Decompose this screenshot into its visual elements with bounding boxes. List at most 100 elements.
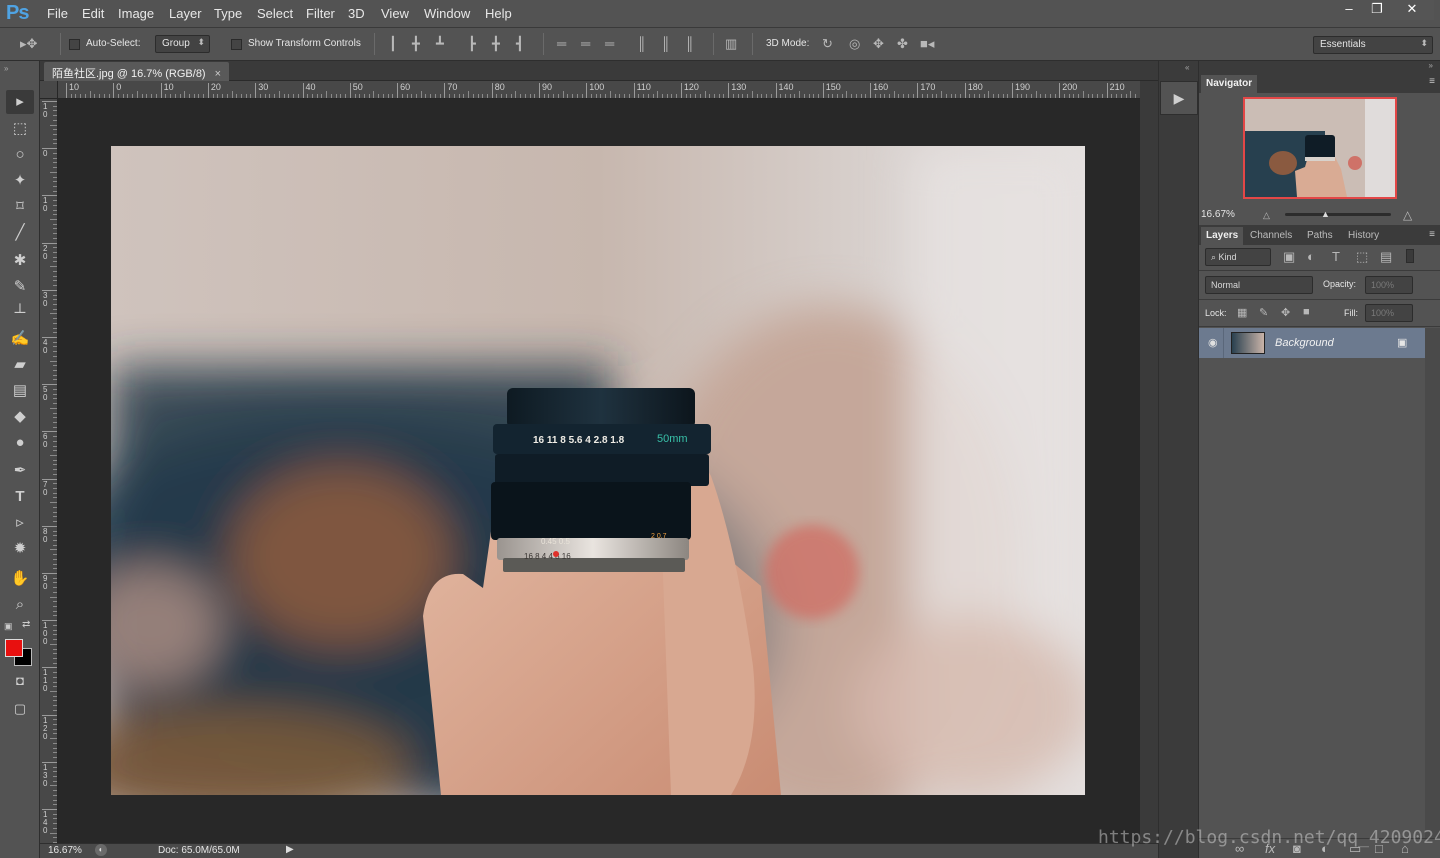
- zoom-out-icon[interactable]: △: [1263, 210, 1270, 221]
- 3d-orbit-icon[interactable]: ↻: [822, 36, 833, 52]
- default-colors-icon[interactable]: ▣: [4, 621, 13, 632]
- auto-select-target-select[interactable]: Group: [155, 35, 210, 53]
- menu-layer[interactable]: Layer: [169, 6, 202, 21]
- gradient-tool-icon[interactable]: ▤: [6, 379, 34, 403]
- navigator-zoom-value[interactable]: 16.67%: [1201, 209, 1235, 220]
- pen-tool-icon[interactable]: ✒: [6, 459, 34, 483]
- align-left-icon[interactable]: ┣: [468, 36, 476, 52]
- restore-button[interactable]: ❐: [1362, 0, 1392, 20]
- menu-file[interactable]: File: [47, 6, 68, 21]
- menu-select[interactable]: Select: [257, 6, 293, 21]
- status-share-icon[interactable]: ◐: [95, 844, 107, 856]
- minimize-button[interactable]: ‒: [1334, 0, 1364, 20]
- tab-channels[interactable]: Channels: [1245, 227, 1297, 245]
- auto-align-icon[interactable]: ▥: [725, 36, 737, 52]
- show-transform-checkbox[interactable]: [231, 39, 242, 50]
- filter-pixel-icon[interactable]: ▣: [1283, 249, 1295, 265]
- lasso-tool-icon[interactable]: ○: [6, 143, 34, 167]
- brush-tool-icon[interactable]: ✎: [6, 275, 34, 299]
- lock-image-icon[interactable]: ✎: [1259, 306, 1268, 319]
- blend-mode-select[interactable]: Normal: [1205, 276, 1313, 294]
- menu-help[interactable]: Help: [485, 6, 512, 21]
- menu-image[interactable]: Image: [118, 6, 154, 21]
- menu-type[interactable]: Type: [214, 6, 242, 21]
- hand-tool-icon[interactable]: ✋: [6, 567, 34, 591]
- eraser-tool-icon[interactable]: ▰: [6, 353, 34, 377]
- layers-scrollbar[interactable]: [1425, 328, 1440, 838]
- layer-row-background[interactable]: ◉ Background ▣: [1199, 328, 1425, 358]
- swap-colors-icon[interactable]: ⇄: [22, 619, 30, 630]
- dock-expand-icon[interactable]: «: [1185, 63, 1189, 72]
- auto-select-checkbox[interactable]: [69, 39, 80, 50]
- marquee-tool-icon[interactable]: ⬚: [6, 117, 34, 141]
- align-vcenter-icon[interactable]: ╋: [412, 36, 420, 52]
- lock-transparent-icon[interactable]: ▦: [1237, 306, 1247, 319]
- close-button[interactable]: ✕: [1390, 0, 1434, 20]
- distribute-bottom-icon[interactable]: ═: [605, 36, 614, 51]
- tab-layers[interactable]: Layers: [1201, 227, 1244, 245]
- filter-toggle[interactable]: [1406, 249, 1414, 263]
- distribute-top-icon[interactable]: ═: [557, 36, 566, 51]
- screen-mode-icon[interactable]: ▢: [6, 697, 34, 721]
- layer-name[interactable]: Background: [1275, 337, 1334, 349]
- crop-tool-icon[interactable]: ⌑: [6, 195, 34, 219]
- align-hcenter-icon[interactable]: ╋: [492, 36, 500, 52]
- vertical-ruler[interactable]: 1 0 0 1 0 2 0 3 0 4 0 5 0 6 0 7 0 8 0 9 0 1 0 0 1 1 …: [40, 99, 58, 853]
- filter-shape-icon[interactable]: ⬚: [1356, 249, 1368, 265]
- lock-all-icon[interactable]: ■: [1303, 306, 1310, 318]
- workspace-select[interactable]: Essentials: [1313, 36, 1433, 54]
- filter-adjustment-icon[interactable]: ◐: [1307, 249, 1315, 264]
- custom-shape-tool-icon[interactable]: ✹: [6, 537, 34, 561]
- panel-collapse-icon[interactable]: »: [1429, 61, 1433, 70]
- panel-expand-icon[interactable]: »: [4, 64, 8, 73]
- filter-smart-object-icon[interactable]: ▤: [1380, 249, 1392, 265]
- fill-input[interactable]: 100%: [1365, 304, 1413, 322]
- blur-tool-icon[interactable]: ◆: [6, 405, 34, 429]
- filter-type-icon[interactable]: T: [1332, 249, 1340, 264]
- eye-icon[interactable]: ◉: [1208, 336, 1218, 349]
- opacity-input[interactable]: 100%: [1365, 276, 1413, 294]
- distribute-left-icon[interactable]: ║: [637, 36, 646, 51]
- 3d-roll-icon[interactable]: ◎: [849, 36, 860, 52]
- path-selection-tool-icon[interactable]: ▹: [6, 511, 34, 535]
- zoom-in-icon[interactable]: △: [1403, 208, 1412, 222]
- tab-navigator[interactable]: Navigator: [1201, 75, 1258, 93]
- 3d-scale-icon[interactable]: ■◂: [920, 36, 934, 52]
- menu-window[interactable]: Window: [424, 6, 470, 21]
- menu-edit[interactable]: Edit: [82, 6, 104, 21]
- foreground-color-swatch[interactable]: [5, 639, 23, 657]
- align-top-icon[interactable]: ┃: [389, 36, 397, 52]
- play-action-icon[interactable]: ▶: [1160, 81, 1198, 115]
- layer-filter-kind-select[interactable]: ⌕ Kind: [1205, 248, 1271, 266]
- vertical-scrollbar[interactable]: [1140, 81, 1158, 843]
- align-bottom-icon[interactable]: ┻: [436, 36, 444, 52]
- menu-filter[interactable]: Filter: [306, 6, 335, 21]
- ruler-origin[interactable]: [40, 81, 58, 99]
- navigator-thumbnail[interactable]: [1243, 97, 1397, 199]
- status-menu-arrow-icon[interactable]: ▶: [286, 844, 294, 855]
- magic-wand-tool-icon[interactable]: ✦: [6, 169, 34, 193]
- distribute-hcenter-icon[interactable]: ║: [661, 36, 670, 51]
- tab-history[interactable]: History: [1343, 227, 1384, 245]
- align-right-icon[interactable]: ┫: [516, 36, 524, 52]
- history-brush-tool-icon[interactable]: ✍: [6, 327, 34, 351]
- document-tab-close-icon[interactable]: ×: [215, 68, 221, 80]
- dodge-tool-icon[interactable]: ●: [6, 431, 34, 455]
- distribute-vcenter-icon[interactable]: ═: [581, 36, 590, 51]
- quick-mask-icon[interactable]: ◘: [6, 669, 34, 693]
- 3d-pan-icon[interactable]: ✥: [873, 36, 884, 52]
- canvas-area[interactable]: 16 11 8 5.6 4 2.8 1.8 50mm 0.45 0.5 2 0.…: [58, 99, 1140, 843]
- move-tool-icon[interactable]: ▸: [6, 90, 34, 114]
- layers-menu-icon[interactable]: ≡: [1429, 229, 1435, 240]
- menu-view[interactable]: View: [381, 6, 409, 21]
- eyedropper-tool-icon[interactable]: ╱: [6, 221, 34, 245]
- navigator-menu-icon[interactable]: ≡: [1429, 76, 1435, 87]
- zoom-slider[interactable]: [1285, 213, 1391, 216]
- lock-position-icon[interactable]: ✥: [1281, 306, 1290, 319]
- tab-paths[interactable]: Paths: [1302, 227, 1338, 245]
- zoom-tool-icon[interactable]: ⌕: [6, 593, 34, 617]
- move-tool-preset-icon[interactable]: ▸✥: [20, 36, 37, 52]
- document-tab[interactable]: 陌鱼社区.jpg @ 16.7% (RGB/8) ×: [44, 62, 230, 81]
- healing-brush-tool-icon[interactable]: ✱: [6, 249, 34, 273]
- clone-stamp-tool-icon[interactable]: ┴: [6, 301, 34, 325]
